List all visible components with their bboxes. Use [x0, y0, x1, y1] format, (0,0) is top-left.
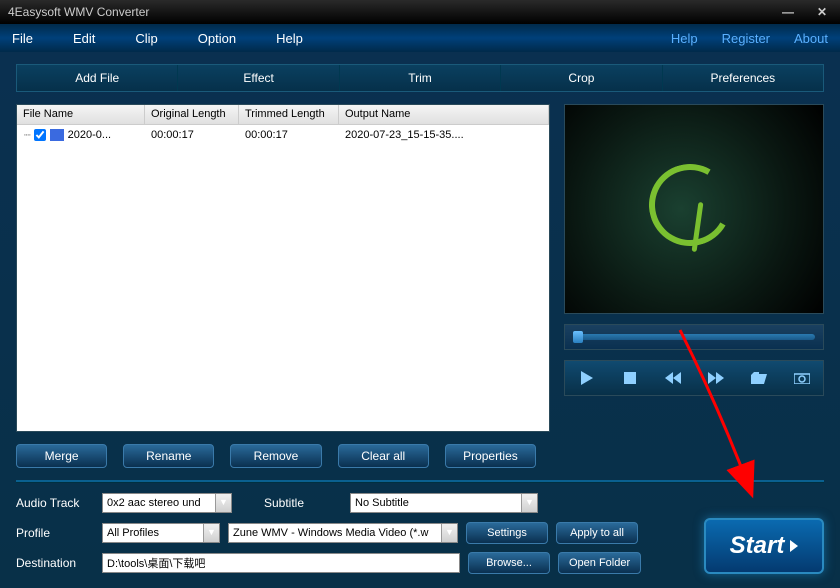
table-row[interactable]: ···· 2020-0... 00:00:17 00:00:17 2020-07… [17, 125, 549, 144]
row-orig-len: 00:00:17 [145, 129, 239, 141]
file-list-panel: File Name Original Length Trimmed Length… [16, 104, 550, 432]
snapshot-icon[interactable] [789, 367, 815, 389]
apply-to-all-button[interactable]: Apply to all [556, 522, 638, 544]
toolbar-effect[interactable]: Effect [178, 65, 339, 91]
chevron-down-icon[interactable]: ▼ [215, 494, 231, 512]
row-checkbox[interactable] [34, 129, 46, 141]
rename-button[interactable]: Rename [123, 444, 214, 468]
start-button[interactable]: Start [704, 518, 824, 574]
stop-icon[interactable] [617, 367, 643, 389]
link-help[interactable]: Help [671, 31, 698, 46]
start-label: Start [730, 532, 785, 560]
clear-all-button[interactable]: Clear all [338, 444, 429, 468]
chevron-down-icon[interactable]: ▼ [441, 524, 457, 542]
open-folder-button[interactable]: Open Folder [558, 552, 641, 574]
properties-button[interactable]: Properties [445, 444, 536, 468]
play-icon[interactable] [574, 367, 600, 389]
browse-button[interactable]: Browse... [468, 552, 550, 574]
toolbar-crop[interactable]: Crop [501, 65, 662, 91]
open-file-icon[interactable] [746, 367, 772, 389]
settings-button[interactable]: Settings [466, 522, 548, 544]
col-trimmed-length[interactable]: Trimmed Length [239, 105, 339, 124]
audio-track-select[interactable] [102, 493, 232, 513]
link-register[interactable]: Register [722, 31, 770, 46]
rewind-icon[interactable] [660, 367, 686, 389]
playback-progress[interactable] [564, 324, 824, 350]
menubar: File Edit Clip Option Help Help Register… [0, 24, 840, 52]
chevron-down-icon[interactable]: ▼ [521, 494, 537, 512]
video-file-icon [50, 128, 64, 142]
destination-label: Destination [16, 556, 94, 570]
close-icon[interactable]: ✕ [812, 5, 832, 19]
subtitle-select[interactable] [350, 493, 538, 513]
menu-edit[interactable]: Edit [73, 31, 95, 46]
dotted-icon: ···· [23, 129, 30, 141]
toolbar: Add File Effect Trim Crop Preferences [16, 64, 824, 92]
app-title: 4Easysoft WMV Converter [8, 5, 149, 19]
link-about[interactable]: About [794, 31, 828, 46]
menu-option[interactable]: Option [198, 31, 236, 46]
col-filename[interactable]: File Name [17, 105, 145, 124]
progress-thumb[interactable] [573, 331, 583, 343]
profile-label: Profile [16, 526, 94, 540]
titlebar: 4Easysoft WMV Converter — ✕ [0, 0, 840, 24]
merge-button[interactable]: Merge [16, 444, 107, 468]
toolbar-trim[interactable]: Trim [340, 65, 501, 91]
col-output-name[interactable]: Output Name [339, 105, 549, 124]
col-original-length[interactable]: Original Length [145, 105, 239, 124]
chevron-down-icon[interactable]: ▼ [203, 524, 219, 542]
row-filename: 2020-0... [68, 129, 111, 141]
play-arrow-icon [790, 540, 798, 552]
menu-clip[interactable]: Clip [135, 31, 157, 46]
menu-help[interactable]: Help [276, 31, 303, 46]
minimize-icon[interactable]: — [778, 5, 798, 19]
profile-format-select[interactable] [228, 523, 458, 543]
preview-screen [564, 104, 824, 314]
subtitle-label: Subtitle [264, 496, 342, 510]
player-controls [564, 360, 824, 396]
destination-input[interactable] [102, 553, 460, 573]
menu-file[interactable]: File [12, 31, 33, 46]
audio-track-label: Audio Track [16, 496, 94, 510]
row-trim-len: 00:00:17 [239, 129, 339, 141]
row-output: 2020-07-23_15-15-35.... [339, 129, 549, 141]
forward-icon[interactable] [703, 367, 729, 389]
preview-panel [564, 104, 824, 432]
toolbar-preferences[interactable]: Preferences [663, 65, 823, 91]
divider [16, 480, 824, 482]
remove-button[interactable]: Remove [230, 444, 321, 468]
file-list-header: File Name Original Length Trimmed Length… [17, 105, 549, 125]
preview-logo-icon [649, 164, 739, 254]
toolbar-add-file[interactable]: Add File [17, 65, 178, 91]
